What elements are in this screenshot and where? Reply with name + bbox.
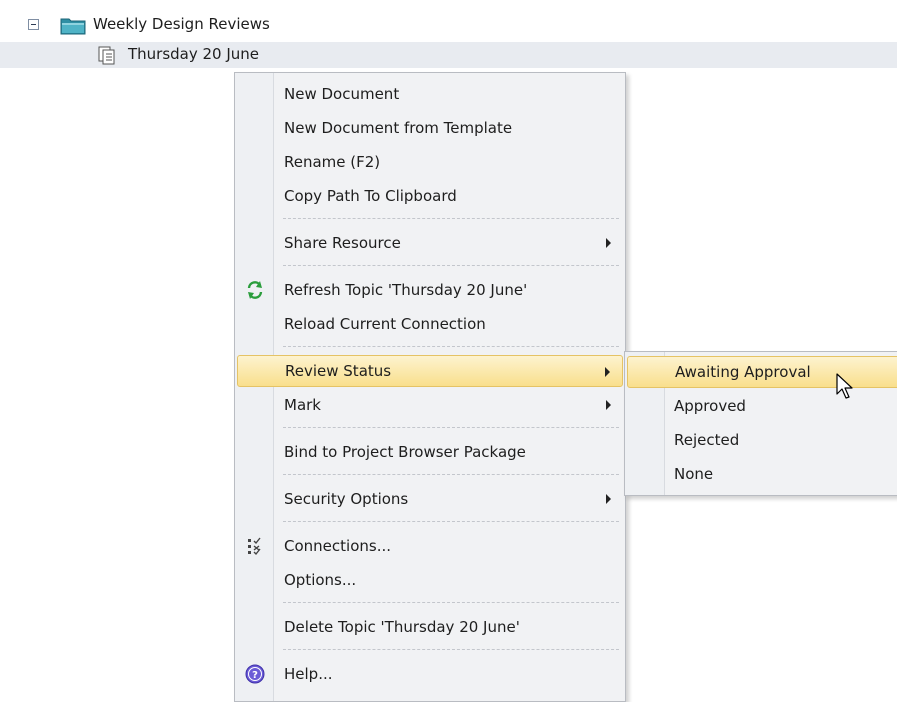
help-icon: ?: [245, 664, 265, 684]
svg-text:?: ?: [252, 670, 258, 681]
document-stack-icon: [98, 46, 115, 65]
submenu-arrow-icon: [605, 367, 610, 377]
tree-node-label: Thursday 20 June: [128, 45, 260, 63]
refresh-icon: [247, 281, 263, 299]
menu-item-label: New Document from Template: [284, 119, 513, 137]
menu-item-label: New Document: [284, 85, 400, 103]
menu-item-label: Refresh Topic 'Thursday 20 June': [284, 281, 528, 299]
menu-item-label: Rejected: [674, 431, 740, 449]
submenu-arrow-icon: [606, 400, 611, 410]
menu-item-new-document[interactable]: New Document: [237, 78, 623, 110]
menu-item-new-document-from-template[interactable]: New Document from Template: [237, 112, 623, 144]
menu-item-label: Copy Path To Clipboard: [284, 187, 457, 205]
submenu-item-approved[interactable]: Approved: [627, 390, 897, 422]
submenu-arrow-icon: [606, 494, 611, 504]
menu-separator: [283, 427, 619, 428]
tree-node-label: Weekly Design Reviews: [93, 15, 270, 33]
menu-separator: [283, 521, 619, 522]
tree-node-weekly-design-reviews[interactable]: Weekly Design Reviews: [0, 12, 897, 38]
menu-item-label: Connections...: [284, 537, 391, 555]
tree-node-thursday-20-june[interactable]: Thursday 20 June: [0, 42, 897, 68]
menu-item-label: Approved: [674, 397, 746, 415]
menu-item-bind-package[interactable]: Bind to Project Browser Package: [237, 436, 623, 468]
menu-item-delete-topic[interactable]: Delete Topic 'Thursday 20 June': [237, 611, 623, 643]
menu-item-security-options[interactable]: Security Options: [237, 483, 623, 515]
menu-item-label: Bind to Project Browser Package: [284, 443, 526, 461]
folder-icon: [60, 18, 86, 35]
context-menu: New Document New Document from Template …: [234, 72, 626, 702]
menu-item-label: Security Options: [284, 490, 409, 508]
mouse-pointer-icon: [836, 373, 853, 399]
menu-item-copy-path[interactable]: Copy Path To Clipboard: [237, 180, 623, 212]
menu-item-label: Review Status: [285, 362, 392, 380]
menu-separator: [283, 649, 619, 650]
menu-item-label: Rename (F2): [284, 153, 381, 171]
menu-item-reload-connection[interactable]: Reload Current Connection: [237, 308, 623, 340]
submenu-arrow-icon: [606, 238, 611, 248]
menu-item-label: Awaiting Approval: [675, 363, 811, 381]
menu-item-label: Mark: [284, 396, 321, 414]
menu-item-refresh-topic[interactable]: Refresh Topic 'Thursday 20 June': [237, 274, 623, 306]
menu-separator: [283, 346, 619, 347]
submenu-item-awaiting-approval[interactable]: Awaiting Approval: [627, 356, 897, 388]
menu-item-rename[interactable]: Rename (F2): [237, 146, 623, 178]
collapse-toggle-icon[interactable]: [28, 19, 39, 30]
menu-item-label: None: [674, 465, 714, 483]
menu-item-label: Reload Current Connection: [284, 315, 486, 333]
menu-item-label: Help...: [284, 665, 333, 683]
menu-item-help[interactable]: ? Help...: [237, 658, 623, 690]
menu-item-options[interactable]: Options...: [237, 564, 623, 596]
menu-separator: [283, 265, 619, 266]
menu-separator: [283, 218, 619, 219]
menu-item-review-status[interactable]: Review Status: [237, 355, 623, 387]
menu-item-connections[interactable]: Connections...: [237, 530, 623, 562]
submenu-item-rejected[interactable]: Rejected: [627, 424, 897, 456]
submenu-item-none[interactable]: None: [627, 458, 897, 490]
menu-item-mark[interactable]: Mark: [237, 389, 623, 421]
menu-separator: [283, 602, 619, 603]
menu-item-label: Share Resource: [284, 234, 401, 252]
connections-icon: [248, 537, 261, 556]
menu-item-label: Options...: [284, 571, 357, 589]
menu-item-label: Delete Topic 'Thursday 20 June': [284, 618, 520, 636]
menu-separator: [283, 474, 619, 475]
review-status-submenu: Awaiting Approval Approved Rejected None: [624, 351, 897, 496]
menu-item-share-resource[interactable]: Share Resource: [237, 227, 623, 259]
